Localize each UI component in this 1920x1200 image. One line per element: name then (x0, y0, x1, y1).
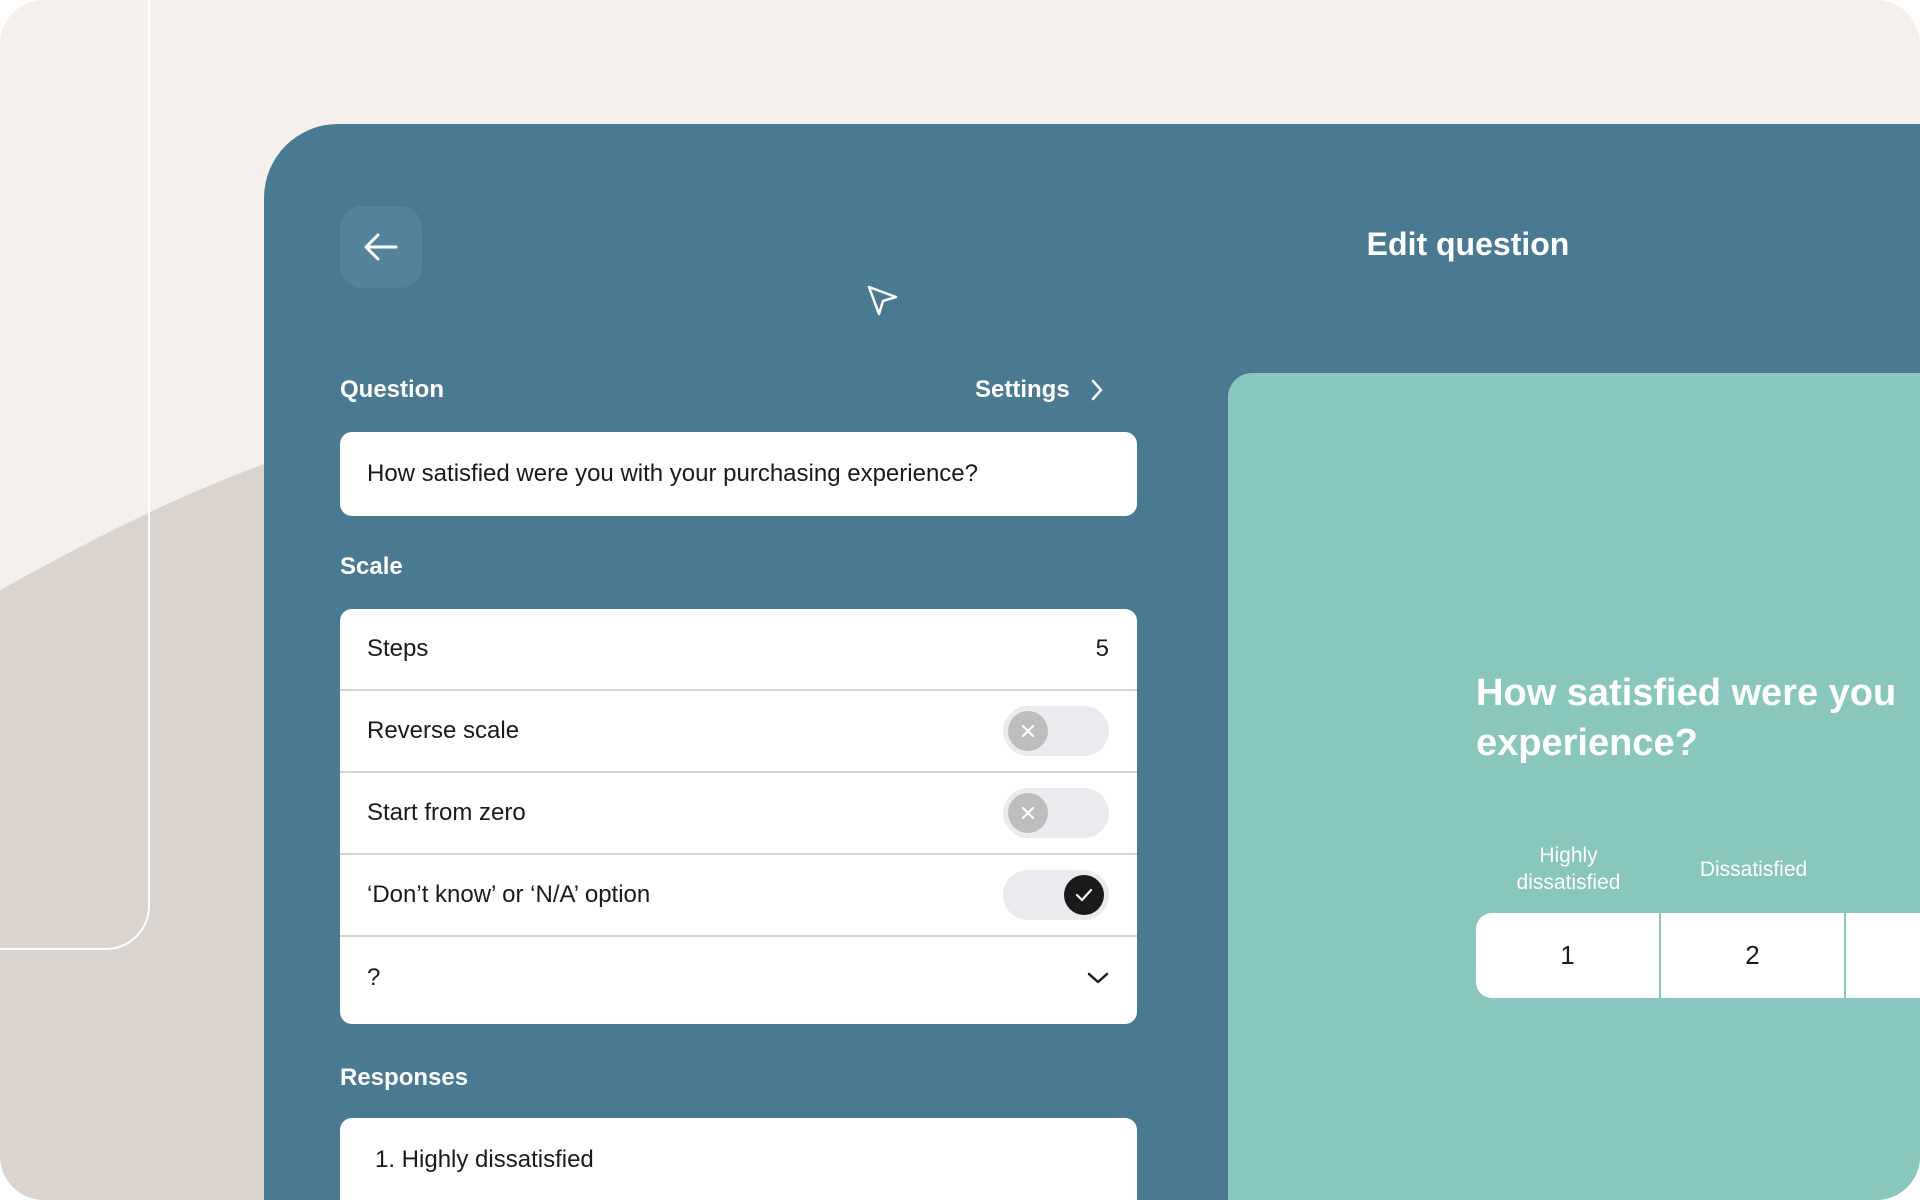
close-icon (1021, 724, 1035, 738)
start-from-zero-toggle[interactable] (1003, 788, 1109, 838)
response-item[interactable]: 1. Highly dissatisfied (340, 1118, 1137, 1200)
page-title: Edit question (1366, 226, 1570, 262)
preview-scale-option[interactable]: 2 (1661, 913, 1846, 998)
scale-section-label: Scale (340, 553, 403, 580)
scale-settings-card: Steps 5 Reverse scale Start from zero ‘D… (340, 609, 1137, 1024)
response-item-label: 1. Highly dissatisfied (375, 1146, 594, 1173)
chevron-right-icon (1091, 379, 1102, 401)
preview-scale-buttons: 1 2 (1476, 913, 1920, 998)
settings-link[interactable]: Settings (975, 376, 1104, 404)
preview-scale-label: Dissatisfied (1699, 858, 1808, 881)
dont-know-option-label: ‘Don’t know’ or ‘N/A’ option (367, 881, 651, 908)
arrow-left-icon (364, 233, 398, 261)
close-icon (1021, 806, 1035, 820)
preview-scale-label: Highly dissatisfied (1516, 844, 1621, 894)
preview-scale-option[interactable] (1846, 913, 1920, 998)
steps-label: Steps (367, 635, 429, 662)
steps-value[interactable]: 5 (1096, 635, 1109, 663)
checkmark-icon (1075, 888, 1093, 902)
toggle-off-knob (1008, 793, 1048, 833)
reverse-scale-label: Reverse scale (367, 717, 520, 744)
responses-section-label: Responses (340, 1064, 469, 1091)
settings-label: Settings (975, 376, 1070, 403)
background-card-outline (0, 0, 150, 950)
toggle-on-knob (1064, 875, 1104, 915)
preview-scale-label: Neit (1846, 856, 1920, 883)
dont-know-option-toggle[interactable] (1003, 870, 1109, 920)
cursor-arrow-icon (867, 285, 898, 316)
question-input[interactable]: How satisfied were you with your purchas… (340, 432, 1137, 516)
reverse-scale-toggle[interactable] (1003, 706, 1109, 756)
question-preview-panel (1228, 373, 1920, 1200)
chevron-down-icon (1087, 972, 1109, 984)
back-button[interactable] (340, 206, 422, 288)
toggle-off-knob (1008, 711, 1048, 751)
option-dropdown[interactable]: ? (340, 937, 1137, 1019)
question-section-label: Question (340, 376, 445, 403)
preview-scale-option[interactable]: 1 (1476, 913, 1661, 998)
app-frame: Edit question Question Settings How sati… (0, 0, 1920, 1200)
start-from-zero-row: Start from zero (340, 773, 1137, 855)
start-from-zero-label: Start from zero (367, 799, 526, 826)
option-dropdown-value: ? (367, 964, 381, 991)
dont-know-option-row: ‘Don’t know’ or ‘N/A’ option (340, 855, 1137, 937)
preview-question-text: How satisfied were you experience? (1476, 672, 1897, 764)
reverse-scale-row: Reverse scale (340, 691, 1137, 773)
steps-row[interactable]: Steps 5 (340, 609, 1137, 691)
